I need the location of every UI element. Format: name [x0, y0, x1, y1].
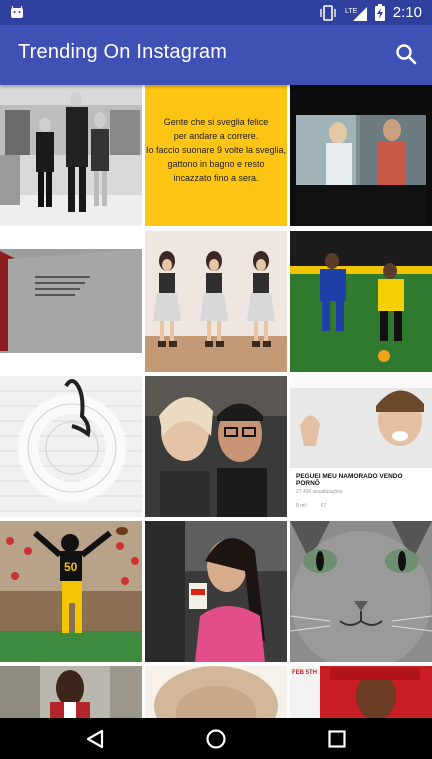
app-bar: Trending On Instagram	[0, 25, 432, 85]
home-circle-icon[interactable]	[205, 728, 227, 750]
tile-image-fashion-group	[0, 85, 142, 226]
video-caption: PEGUEI MEU NAMORADO VENDO PORNÔ 27.400 v…	[290, 468, 432, 517]
tile-image-lion	[145, 666, 287, 718]
tile-image-notebook	[0, 231, 142, 372]
grid-tile[interactable]	[0, 231, 142, 372]
tile-image-cat	[290, 521, 432, 662]
comments-count: 67	[320, 503, 327, 509]
tile-image-man-portrait	[0, 666, 142, 718]
photo-grid: Gente che si sveglia felice per andare a…	[0, 85, 432, 718]
quote-line: gattono in bagno e resto	[167, 159, 265, 169]
grid-tile[interactable]: 50	[0, 521, 142, 662]
grid-tile[interactable]: Gente che si sveglia felice per andare a…	[145, 85, 287, 226]
quote-line: Io faccio suonare 9 volte la sveglia,	[145, 145, 287, 155]
battery-charging-icon	[374, 4, 385, 21]
video-views: 27.400 visualizações	[296, 489, 343, 495]
back-triangle-icon[interactable]	[84, 728, 106, 750]
quote-card: Gente che si sveglia felice per andare a…	[145, 85, 287, 226]
tile-image-lifebuoy	[0, 376, 142, 517]
grid-tile[interactable]	[290, 521, 432, 662]
grid-tile[interactable]	[0, 376, 142, 517]
tile-image-couple-selfie	[145, 376, 287, 517]
magazine-cover-text: FEB 5TH	[292, 670, 318, 676]
quote-line: Gente che si sveglia felice	[163, 117, 269, 127]
tile-image-video-thumb	[290, 376, 432, 468]
grid-tile[interactable]	[145, 666, 287, 718]
search-icon[interactable]	[394, 42, 418, 66]
grid-tile[interactable]: FEB 5TH	[290, 666, 432, 718]
network-label: LTE	[345, 8, 358, 15]
grid-tile[interactable]	[290, 85, 432, 226]
svg-text:50: 50	[64, 560, 78, 574]
grid-tile[interactable]	[290, 231, 432, 372]
app-title: Trending On Instagram	[18, 41, 228, 63]
recents-square-icon[interactable]	[326, 728, 348, 750]
grid-tile[interactable]	[145, 521, 287, 662]
grid-tile[interactable]	[0, 85, 142, 226]
grid-tile[interactable]	[145, 231, 287, 372]
vibrate-icon	[320, 4, 336, 21]
status-time: 2:10	[392, 4, 422, 21]
tile-image-mirror-selfies	[145, 231, 287, 372]
android-notification-icon	[11, 5, 23, 18]
lte-signal-icon: LTE	[345, 6, 367, 21]
likes-count: 8 mil	[296, 503, 307, 509]
grid-tile[interactable]: PEGUEI MEU NAMORADO VENDO PORNÔ 27.400 v…	[290, 376, 432, 517]
quote-line: incazzato fino a sera.	[173, 173, 259, 183]
navigation-bar	[0, 718, 432, 759]
video-title: PEGUEI MEU NAMORADO VENDO PORNÔ	[296, 473, 403, 487]
video-stats: 8 mil 67	[296, 503, 426, 509]
tile-image-car-selfie	[145, 521, 287, 662]
grid-tile[interactable]	[0, 666, 142, 718]
tile-image-soccer	[290, 231, 432, 372]
quote-line: per andare a correre.	[173, 131, 259, 141]
grid-tile[interactable]	[145, 376, 287, 517]
status-bar: LTE 2:10	[0, 0, 432, 25]
tile-image-tv-still	[290, 85, 432, 226]
tile-image-football-player: 50	[0, 521, 142, 662]
